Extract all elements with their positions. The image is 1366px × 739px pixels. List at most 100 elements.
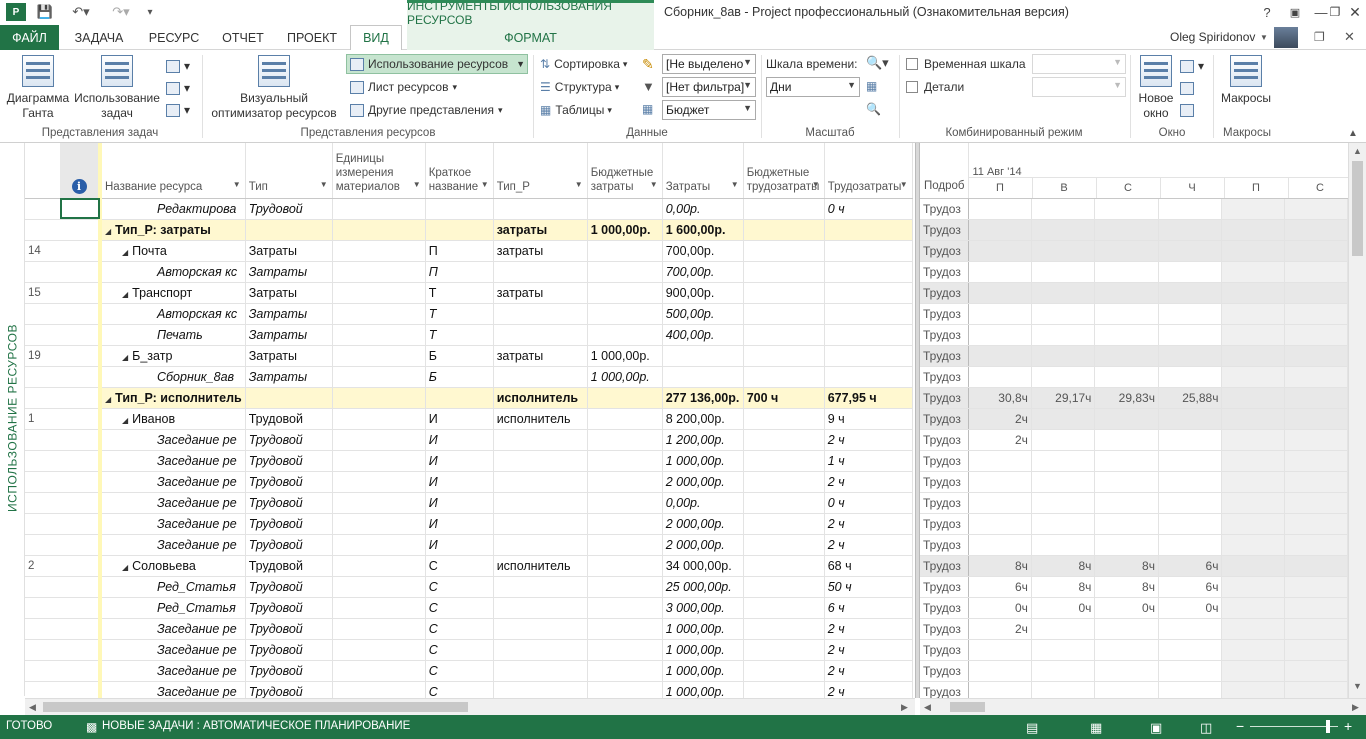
macros-button[interactable]: Макросы	[1216, 55, 1276, 106]
indicator-cell[interactable]	[60, 555, 100, 577]
vertical-scrollbar[interactable]: ▲ ▼	[1348, 143, 1366, 698]
cell-type[interactable]	[245, 387, 333, 409]
table-row[interactable]: Ред_Статья Трудовой С 3 000,00р. 6 ч	[25, 597, 913, 619]
timescale-cell[interactable]	[1284, 282, 1348, 304]
cell-type[interactable]: Трудовой	[245, 639, 333, 661]
column-header-short-name[interactable]: Краткое название ▼	[425, 143, 494, 199]
indicator-cell[interactable]	[60, 576, 100, 598]
timescale-cell[interactable]	[1158, 513, 1223, 535]
cell-budget-work[interactable]	[743, 597, 825, 619]
timescale-cell[interactable]	[968, 660, 1032, 682]
cell-name[interactable]: Заседание ре	[97, 681, 246, 698]
zoom-out-icon[interactable]: −	[1236, 718, 1244, 734]
timescale-cell[interactable]	[1284, 450, 1348, 472]
cell-name[interactable]: ◢ Тип_Р: исполнитель	[97, 387, 246, 409]
cell-type[interactable]	[245, 219, 333, 241]
details-column-header[interactable]: Подроб	[920, 143, 969, 199]
timescale-cell[interactable]: 8ч	[968, 555, 1032, 577]
cell-budget-cost[interactable]	[587, 198, 663, 220]
timescale-cell[interactable]	[1094, 408, 1159, 430]
cell-budget-work[interactable]	[743, 534, 825, 556]
cell-type[interactable]: Затраты	[245, 261, 333, 283]
cell-budget-work[interactable]	[743, 492, 825, 514]
timescale-cell[interactable]	[1221, 639, 1286, 661]
cell-budget-work[interactable]	[743, 240, 825, 262]
table-row[interactable]: Редактирова Трудовой 0,00р. 0 ч	[25, 198, 913, 220]
group-select[interactable]: Бюджет ▼	[662, 100, 756, 120]
column-header-work[interactable]: Трудозатраты ▼	[824, 143, 913, 199]
timescale-cell[interactable]: 8ч	[1031, 555, 1096, 577]
task-mode-status[interactable]: НОВЫЕ ЗАДАЧИ : АВТОМАТИЧЕСКОЕ ПЛАНИРОВАН…	[102, 720, 410, 732]
collapse-ribbon-icon[interactable]: ▲	[1348, 128, 1358, 139]
timescale-cell[interactable]	[1221, 492, 1286, 514]
timescale-cell[interactable]	[1221, 240, 1286, 262]
timescale-cell[interactable]	[1221, 618, 1286, 640]
column-header-material-units[interactable]: Единицы измерения материалов ▼	[332, 143, 426, 199]
timescale-cell[interactable]	[1031, 219, 1096, 241]
timescale-cell[interactable]: 2ч	[968, 618, 1032, 640]
cell-name[interactable]: Заседание ре	[97, 513, 246, 535]
cell-type[interactable]: Затраты	[245, 345, 333, 367]
timescale-cell[interactable]	[968, 282, 1032, 304]
cell-short-name[interactable]: П	[425, 240, 494, 262]
tables-button[interactable]: ▦ Таблицы ▾	[540, 100, 612, 120]
cell-type[interactable]: Трудовой	[245, 618, 333, 640]
cell-budget-cost[interactable]	[587, 450, 663, 472]
timescale-cell[interactable]	[1094, 471, 1159, 493]
zoom-icon[interactable]: 🔍▾	[866, 55, 889, 71]
cell-name[interactable]: Заседание ре	[97, 639, 246, 661]
cell-material-units[interactable]	[332, 450, 426, 472]
row-number[interactable]: 14	[25, 240, 60, 262]
timescale-cell[interactable]	[1094, 492, 1159, 514]
detail-label[interactable]: Трудоз	[920, 492, 969, 514]
detail-label[interactable]: Трудоз	[920, 387, 969, 409]
timescale-cell[interactable]	[1094, 681, 1159, 698]
cell-budget-cost[interactable]: 1 000,00р.	[587, 219, 663, 241]
timescale-header[interactable]: 11 Авг '14 ПВСЧПС	[968, 143, 1348, 199]
cell-material-units[interactable]	[332, 345, 426, 367]
timescale-cell[interactable]	[1094, 324, 1159, 346]
cell-budget-cost[interactable]	[587, 324, 663, 346]
cell-name[interactable]: Авторская кс	[97, 303, 246, 325]
cell-work[interactable]	[824, 240, 913, 262]
cell-type-r[interactable]	[493, 303, 588, 325]
row-number[interactable]: 1	[25, 408, 60, 430]
column-header-type[interactable]: Тип ▼	[245, 143, 333, 199]
row-number[interactable]	[25, 387, 60, 409]
cell-short-name[interactable]: Т	[425, 303, 494, 325]
cell-budget-cost[interactable]	[587, 429, 663, 451]
cell-type-r[interactable]	[493, 492, 588, 514]
cell-material-units[interactable]	[332, 303, 426, 325]
restore-ribbon-icon[interactable]: ❐	[1314, 30, 1325, 44]
timescale-cell[interactable]	[1094, 240, 1159, 262]
timescale-cell[interactable]	[1221, 366, 1286, 388]
cell-material-units[interactable]	[332, 387, 426, 409]
cell-material-units[interactable]	[332, 282, 426, 304]
indicator-cell[interactable]	[60, 429, 100, 451]
cell-budget-cost[interactable]	[587, 681, 663, 698]
column-header-budget-cost[interactable]: Бюджетные затраты ▼	[587, 143, 663, 199]
indicator-header[interactable]: i	[60, 143, 101, 199]
tab-view[interactable]: ВИД	[350, 25, 402, 51]
cell-type-r[interactable]: исполнитель	[493, 555, 588, 577]
timescale-cell[interactable]	[1284, 681, 1348, 698]
table-row[interactable]: 15 ◢ Транспорт Затраты Тзатраты 900,00р.	[25, 282, 913, 304]
timescale-cell[interactable]	[1158, 261, 1223, 283]
timescale-cell[interactable]	[1221, 576, 1286, 598]
row-number[interactable]	[25, 639, 60, 661]
entire-project-icon[interactable]: ▦	[866, 79, 877, 93]
cell-short-name[interactable]: И	[425, 471, 494, 493]
timescale-cell[interactable]: 6ч	[1158, 576, 1223, 598]
row-number[interactable]	[25, 681, 60, 698]
indicator-cell[interactable]	[60, 513, 100, 535]
cell-budget-cost[interactable]	[587, 618, 663, 640]
close-file-icon[interactable]: ✕	[1344, 29, 1355, 45]
avatar[interactable]	[1274, 27, 1298, 48]
timescale-cell[interactable]	[1284, 555, 1348, 577]
timescale-cell[interactable]	[1094, 366, 1159, 388]
table-row[interactable]: 2 ◢ Соловьева Трудовой Сисполнитель 34 000,00…	[25, 555, 913, 577]
cell-material-units[interactable]	[332, 366, 426, 388]
task-view-2-button[interactable]: ▾	[166, 78, 190, 98]
cell-name[interactable]: ◢ Транспорт	[97, 282, 246, 304]
indicator-cell[interactable]	[60, 681, 100, 698]
